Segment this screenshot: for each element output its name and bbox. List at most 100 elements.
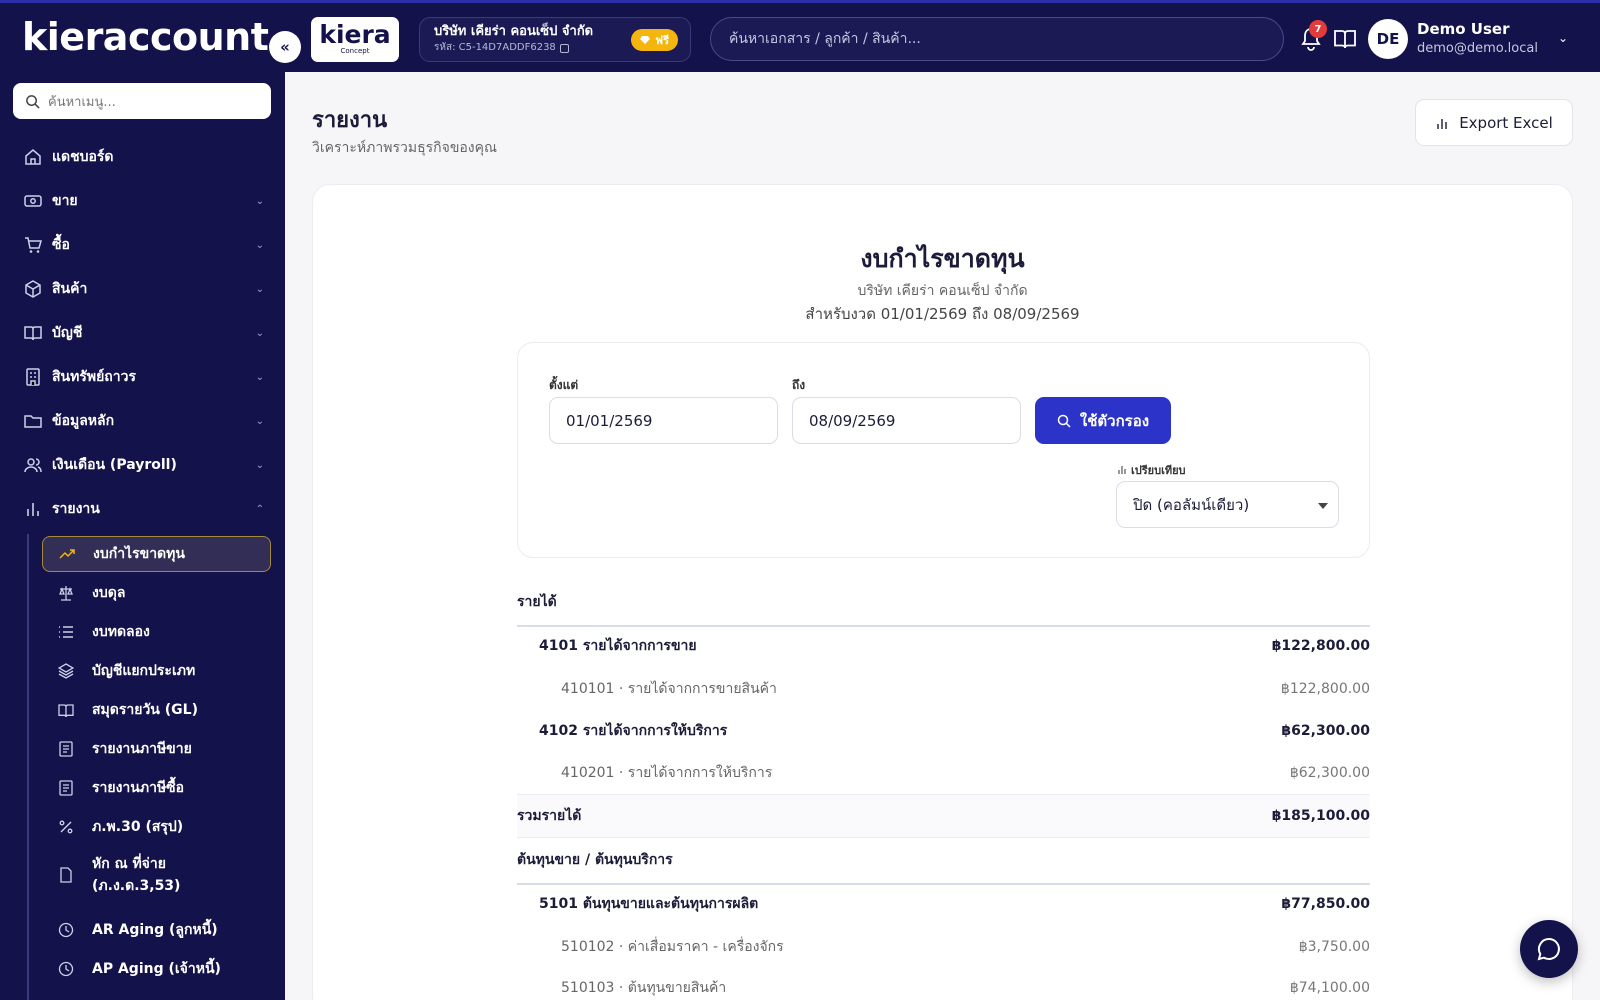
menu-search-input[interactable]: ค้นหาเมนู... (13, 83, 271, 119)
file-icon (60, 867, 72, 883)
user-email: demo@demo.local (1417, 41, 1538, 56)
sidebar-subitem-label: บัญชีแยกประเภท (92, 663, 196, 679)
to-date-label: ถึง (792, 378, 806, 392)
row-label: 4101 รายได้จากการขาย (539, 638, 697, 654)
chart-icon (1437, 118, 1447, 129)
home-icon (25, 149, 41, 165)
sidebar-subitem-label: AR Aging (ลูกหนี้) (92, 922, 218, 938)
table-row: 4101 รายได้จากการขาย ฿122,800.00 (517, 626, 1370, 666)
percent-icon (59, 820, 73, 834)
chevron-down-icon: ⌄ (255, 371, 264, 383)
layers-icon (58, 663, 74, 679)
book-icon (24, 326, 42, 341)
submenu-rail (27, 534, 29, 1000)
sidebar-subitem-ap-aging[interactable]: AP Aging (เจ้าหนี้) (42, 951, 271, 987)
sidebar-subitem-profit-loss[interactable]: งบกำไรขาดทุน (42, 536, 271, 572)
row-label: 510103 · ต้นทุนขายสินค้า (561, 980, 727, 996)
sidebar-subitem-balance-sheet[interactable]: งบดุล (42, 575, 271, 611)
company-switcher[interactable]: บริษัท เคียร่า คอนเซ็ป จำกัด รหัส: C5-14… (419, 17, 691, 62)
sidebar-subitem-label: รายงานภาษีขาย (92, 741, 192, 757)
row-label: รวมรายได้ (517, 808, 582, 824)
to-date-input[interactable]: 08/09/2569 (792, 397, 1021, 444)
sidebar-subitem-journal[interactable]: สมุดรายวัน (GL) (42, 692, 271, 728)
table-row: 510102 · ค่าเสื่อมราคา - เครื่องจักร ฿3,… (517, 927, 1370, 967)
chart-icon (1118, 466, 1126, 474)
sidebar-item-accounts[interactable]: บัญชี ⌄ (24, 315, 264, 351)
company-logo-word: kiera (319, 20, 391, 49)
sidebar-subitem-ar-aging[interactable]: AR Aging (ลูกหนี้) (42, 912, 271, 948)
chevron-down-icon: ⌄ (255, 459, 264, 471)
sidebar-subitem-purchase-tax[interactable]: รายงานภาษีซื้อ (42, 770, 271, 806)
sidebar-item-reports[interactable]: รายงาน ⌃ (24, 491, 264, 527)
user-avatar[interactable]: DE (1368, 19, 1408, 59)
global-search-input[interactable]: ค้นหาเอกสาร / ลูกค้า / สินค้า... (710, 17, 1284, 61)
book-icon[interactable] (1333, 28, 1357, 50)
cost-section-header: ต้นทุนขาย / ต้นทุนบริการ (517, 849, 1370, 885)
sidebar-subitem-trial-balance[interactable]: งบทดลอง (42, 614, 271, 650)
chat-icon (1537, 937, 1560, 961)
company-logo: kiera Concept (311, 17, 399, 62)
apply-filter-label: ใช้ตัวกรอง (1079, 411, 1150, 430)
table-row: 510103 · ต้นทุนขายสินค้า ฿74,100.00 (517, 968, 1370, 1000)
receipt-icon (59, 741, 73, 757)
company-code: รหัส: C5-14D7ADDF6238 (434, 42, 556, 53)
copy-icon[interactable] (559, 43, 569, 53)
revenue-section-header: รายได้ (517, 591, 1370, 627)
cart-icon (25, 237, 42, 253)
sidebar-item-master-data[interactable]: ข้อมูลหลัก ⌄ (24, 403, 264, 439)
sidebar-item-dashboard[interactable]: แดชบอร์ด (24, 139, 264, 175)
compare-select[interactable]: ปิด (คอลัมน์เดียว) (1116, 481, 1339, 528)
sidebar-item-label: รายงาน (52, 501, 100, 517)
trend-icon (59, 549, 75, 559)
from-date-input[interactable]: 01/01/2569 (549, 397, 778, 444)
chevron-down-icon: ⌄ (255, 283, 264, 295)
receipt-icon (59, 780, 73, 796)
report-period: สำหรับงวด 01/01/2569 ถึง 08/09/2569 (805, 305, 1080, 323)
sidebar-item-products[interactable]: สินค้า ⌄ (24, 271, 264, 307)
sidebar-item-sales[interactable]: ขาย ⌄ (24, 183, 264, 219)
table-row: 410201 · รายได้จากการให้บริการ ฿62,300.0… (517, 753, 1370, 793)
company-logo-sub: Concept (340, 47, 370, 55)
row-label: 4102 รายได้จากการให้บริการ (539, 723, 728, 739)
brand-logo[interactable]: kieraccount (22, 15, 269, 59)
filter-panel: ตั้งแต่ 01/01/2569 ถึง 08/09/2569 ใช้ตัว… (517, 342, 1370, 558)
report-card: งบกำไรขาดทุน บริษัท เคียร่า คอนเซ็ป จำกั… (312, 184, 1573, 1000)
row-label: 410201 · รายได้จากการให้บริการ (561, 765, 773, 781)
search-icon (1057, 414, 1071, 428)
chevron-down-icon: ⌄ (255, 239, 264, 251)
folder-icon (24, 415, 42, 428)
row-label: 410101 · รายได้จากการขายสินค้า (561, 681, 777, 697)
chat-button[interactable] (1520, 920, 1578, 978)
sidebar-item-label: สินทรัพย์ถาวร (52, 369, 137, 385)
chevron-up-icon: ⌃ (255, 503, 264, 515)
sidebar-subitem-withholding-tax[interactable]: หัก ณ ที่จ่าย (ภ.ง.ด.3,53) (42, 848, 271, 902)
user-name[interactable]: Demo User (1417, 20, 1509, 38)
table-row: 5101 ต้นทุนขายและต้นทุนการผลิต ฿77,850.0… (517, 884, 1370, 924)
sidebar-item-purchase[interactable]: ซื้อ ⌄ (24, 227, 264, 263)
sidebar-subitem-sales-tax[interactable]: รายงานภาษีขาย (42, 731, 271, 767)
export-excel-button[interactable]: Export Excel (1415, 99, 1573, 146)
plan-badge-label: ฟรี (655, 34, 669, 47)
row-amount: ฿122,800.00 (1271, 638, 1370, 654)
sidebar-subitem-pp30[interactable]: ภ.พ.30 (สรุป) (42, 809, 271, 845)
chevron-down-icon: ⌄ (255, 415, 264, 427)
gem-icon (640, 36, 651, 44)
row-amount: ฿3,750.00 (1298, 939, 1370, 955)
sidebar-subitem-label: สมุดรายวัน (GL) (92, 702, 198, 718)
compare-select-value: ปิด (คอลัมน์เดียว) (1133, 495, 1250, 514)
apply-filter-button[interactable]: ใช้ตัวกรอง (1035, 397, 1171, 444)
plan-badge: ฟรี (631, 29, 678, 51)
sidebar-item-payroll[interactable]: เงินเดือน (Payroll) ⌄ (24, 447, 264, 483)
collapse-sidebar-button[interactable]: « (269, 31, 301, 63)
row-amount: ฿122,800.00 (1280, 681, 1370, 697)
compare-label-text: เปรียบเทียบ (1131, 464, 1186, 477)
sidebar-subitem-label: งบดุล (92, 585, 126, 601)
sidebar-subitem-label: งบทดลอง (92, 624, 150, 640)
sidebar-item-label: ซื้อ (52, 237, 70, 253)
sidebar-subitem-ledger[interactable]: บัญชีแยกประเภท (42, 653, 271, 689)
top-bar: kieraccount « kiera Concept บริษัท เคียร… (0, 0, 1600, 72)
sidebar-item-label: ข้อมูลหลัก (52, 413, 115, 429)
sidebar-item-fixed-assets[interactable]: สินทรัพย์ถาวร ⌄ (24, 359, 264, 395)
row-amount: ฿62,300.00 (1289, 765, 1370, 781)
chevron-down-icon[interactable]: ⌄ (1558, 31, 1568, 45)
